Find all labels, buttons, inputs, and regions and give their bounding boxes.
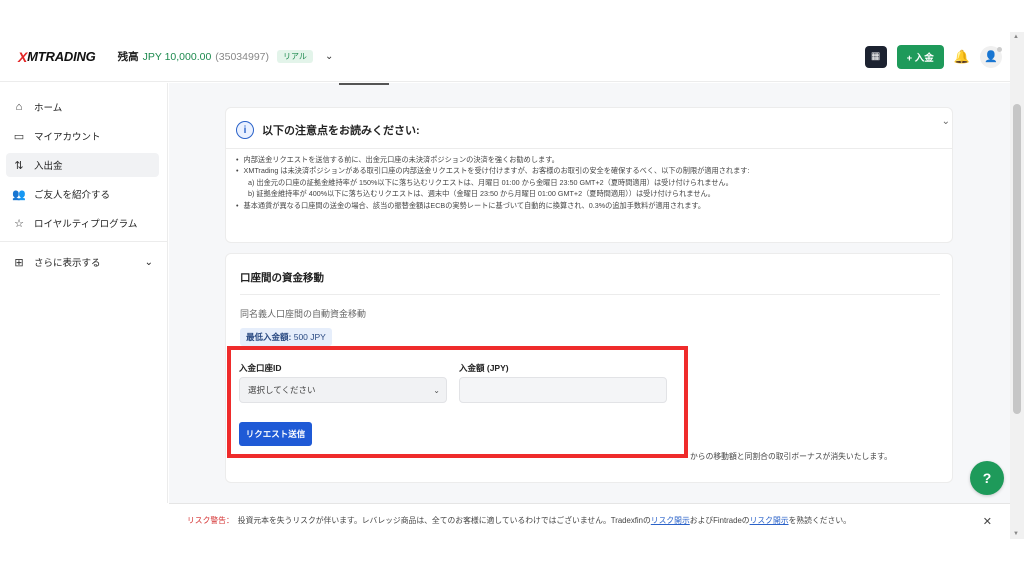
- risk-text: およびFintradeの: [689, 516, 750, 525]
- notice-line: 基本通貨が異なる口座間の送金の場合、該当の振替金額はECBの実勢レートに基づいて…: [236, 200, 948, 211]
- sidebar-item-label: マイアカウント: [34, 132, 101, 143]
- scrollbar[interactable]: ▲ ▼: [1010, 32, 1024, 539]
- sidebar-item-show-more[interactable]: ⊞ さらに表示する ⌄: [6, 250, 159, 274]
- notice-line: b) 証拠金維持率が 400%以下に落ち込むリクエストは、週末中（金曜日 23:…: [248, 189, 715, 199]
- users-icon: 👥: [12, 188, 26, 201]
- scroll-up-icon[interactable]: ▲: [1013, 34, 1019, 40]
- chevron-down-icon[interactable]: ⌄: [942, 116, 950, 127]
- account-number: (35034997): [215, 50, 270, 63]
- sidebar: ⌂ ホーム ▭ マイアカウント ⇅ 入出金 👥 ご友人を紹介する ☆ ロイヤルテ…: [0, 83, 168, 503]
- logo-text: MTRADING: [27, 49, 96, 64]
- min-deposit-label: 最低入金額:: [246, 332, 292, 342]
- xm-logo[interactable]: X MTRADING: [18, 49, 96, 65]
- chevron-down-icon[interactable]: ⌄: [325, 51, 333, 62]
- min-deposit-badge: 最低入金額: 500 JPY: [240, 328, 332, 346]
- notice-line: a) 出金元の口座の証拠金維持率が 150%以下に落ち込むリクエストは、月曜日 …: [248, 177, 733, 187]
- deposit-button[interactable]: + 入金: [896, 44, 944, 69]
- sidebar-item-my-account[interactable]: ▭ マイアカウント: [6, 124, 159, 148]
- star-icon: ☆: [14, 217, 24, 230]
- account-type-badge: リアル: [277, 50, 313, 63]
- header-actions: ▦ + 入金 🔔 👤: [864, 44, 1002, 69]
- home-icon: ⌂: [15, 101, 23, 113]
- scroll-down-icon[interactable]: ▼: [1013, 531, 1019, 537]
- notice-body: 内部送金リクエストを送信する前に、出金元口座の未決済ポジションの決済を強くお勧め…: [236, 154, 948, 211]
- risk-text: を熟読ください。: [788, 516, 851, 525]
- transfer-divider: [240, 294, 940, 295]
- sidebar-item-label: 入出金: [34, 161, 63, 172]
- top-header: X MTRADING 残高 JPY 10,000.00 (35034997) リ…: [0, 32, 1010, 82]
- sidebar-item-label: ホーム: [34, 103, 63, 114]
- risk-disclosure-link[interactable]: リスク開示: [651, 515, 690, 526]
- risk-text: 投資元本を失うリスクが伴います。レバレッジ商品は、全てのお客様に適しているわけで…: [237, 516, 651, 525]
- transfer-title: 口座間の資金移動: [240, 272, 324, 284]
- risk-disclosure-link[interactable]: リスク開示: [750, 515, 789, 526]
- transfer-subtitle: 同名義人口座間の自動資金移動: [240, 309, 367, 319]
- notice-line: XMTrading は未決済ポジションがある取引口座の内部送金リクエストを受け付…: [236, 165, 948, 176]
- notice-header[interactable]: i 以下の注意点をお読みください:: [236, 116, 944, 144]
- page: X MTRADING 残高 JPY 10,000.00 (35034997) リ…: [0, 0, 1024, 576]
- sidebar-item-loyalty[interactable]: ☆ ロイヤルティプログラム: [6, 211, 159, 235]
- notice-line: 内部送金リクエストを送信する前に、出金元口座の未決済ポジションの決済を強くお勧め…: [236, 154, 948, 165]
- sidebar-item-label: ロイヤルティプログラム: [34, 219, 138, 230]
- scrollbar-thumb[interactable]: [1013, 104, 1021, 414]
- active-tab-indicator: [339, 83, 389, 85]
- close-icon[interactable]: ✕: [983, 515, 992, 528]
- sidebar-item-label: さらに表示する: [34, 258, 101, 269]
- chevron-down-icon: ⌄: [144, 256, 153, 268]
- sidebar-item-refer-friend[interactable]: 👥 ご友人を紹介する: [6, 182, 159, 206]
- risk-warning-bar: リスク警告： 投資元本を失うリスクが伴います。レバレッジ商品は、全てのお客様に適…: [169, 503, 1010, 537]
- info-icon: i: [236, 121, 254, 139]
- bell-icon[interactable]: 🔔: [954, 49, 970, 65]
- sidebar-item-deposit-withdraw[interactable]: ⇅ 入出金: [6, 153, 159, 177]
- notice-divider: [226, 148, 952, 149]
- account-balance[interactable]: 残高 JPY 10,000.00 (35034997) リアル ⌄: [117, 49, 333, 64]
- card-icon: ▭: [13, 130, 25, 143]
- risk-warning-label: リスク警告：: [187, 516, 234, 525]
- help-icon[interactable]: ?: [970, 461, 1004, 495]
- grid-icon: ⊞: [14, 256, 24, 269]
- transfer-icon: ⇅: [14, 159, 24, 172]
- qr-icon[interactable]: ▦: [864, 45, 887, 68]
- user-icon[interactable]: 👤: [980, 45, 1002, 68]
- balance-amount: JPY 10,000.00: [142, 50, 212, 63]
- sidebar-divider: [0, 241, 167, 242]
- min-deposit-value: 500 JPY: [293, 332, 326, 342]
- bonus-note: からの移動額と同割合の取引ボーナスが消失いたします。: [690, 452, 892, 461]
- logo-x: X: [18, 48, 28, 65]
- highlight-box: [227, 346, 688, 458]
- balance-label: 残高: [117, 51, 139, 63]
- notice-title: 以下の注意点をお読みください:: [262, 125, 420, 137]
- status-dot: [997, 46, 1002, 52]
- notice-panel: i 以下の注意点をお読みください: ⌄ 内部送金リクエストを送信する前に、出金元…: [225, 107, 953, 243]
- sidebar-item-home[interactable]: ⌂ ホーム: [6, 95, 159, 119]
- sidebar-item-label: ご友人を紹介する: [34, 190, 111, 201]
